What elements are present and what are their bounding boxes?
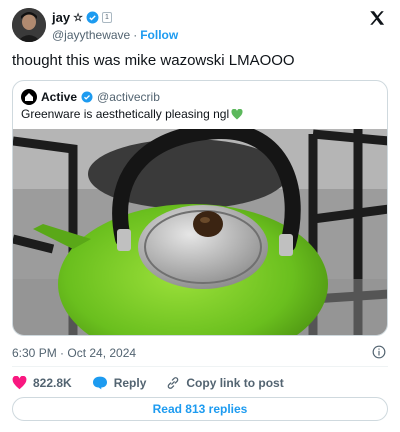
quoted-handle[interactable]: @activecrib xyxy=(97,90,160,104)
tweet-header: jay ☆ 1 @jayythewave · Follow xyxy=(12,6,388,46)
tweet-embed-card: jay ☆ 1 @jayythewave · Follow thought this… xyxy=(0,0,400,432)
like-count: 822.8K xyxy=(33,376,72,390)
author-name-row[interactable]: jay ☆ 1 xyxy=(52,10,112,25)
divider xyxy=(12,366,388,367)
author-avatar[interactable] xyxy=(12,8,46,42)
reply-label: Reply xyxy=(113,376,147,390)
quoted-avatar[interactable] xyxy=(21,89,37,105)
tweet-timestamp[interactable]: 6:30 PM · Oct 24, 2024 xyxy=(12,346,136,360)
tweet-text: thought this was mike wazowski LMAOOO xyxy=(12,52,295,69)
kettle-photo[interactable] xyxy=(13,129,388,336)
link-icon xyxy=(168,377,179,389)
speech-bubble-icon xyxy=(92,376,107,390)
heart-icon xyxy=(12,376,27,390)
author-name[interactable]: jay xyxy=(52,10,70,25)
green-heart-icon xyxy=(231,108,243,119)
quoted-text-row: Greenware is aesthetically pleasing ngl xyxy=(21,107,243,121)
like-button[interactable]: 822.8K xyxy=(12,376,72,390)
verified-badge-icon xyxy=(81,91,93,103)
quoted-tweet[interactable]: Active @activecrib Greenware is aestheti… xyxy=(12,80,388,336)
star-icon: ☆ xyxy=(73,12,83,24)
copy-link-button[interactable]: Copy link to post xyxy=(166,376,284,390)
quoted-text: Greenware is aesthetically pleasing ngl xyxy=(21,107,230,121)
reply-button[interactable]: Reply xyxy=(92,376,147,390)
info-icon[interactable] xyxy=(372,345,386,359)
verified-badge-icon xyxy=(86,11,99,24)
action-bar: 822.8K Reply Copy link to post xyxy=(12,374,304,392)
read-replies-button[interactable]: Read 813 replies xyxy=(12,397,388,421)
quoted-name[interactable]: Active xyxy=(41,90,77,104)
affiliate-badge: 1 xyxy=(101,12,112,23)
separator-dot: · xyxy=(133,28,138,42)
copy-link-label: Copy link to post xyxy=(186,376,284,390)
author-handle-row: @jayythewave · Follow xyxy=(52,28,178,42)
quoted-header: Active @activecrib xyxy=(21,89,160,105)
follow-button[interactable]: Follow xyxy=(140,28,178,42)
author-handle[interactable]: @jayythewave xyxy=(52,28,130,42)
x-logo-icon[interactable] xyxy=(368,9,386,27)
